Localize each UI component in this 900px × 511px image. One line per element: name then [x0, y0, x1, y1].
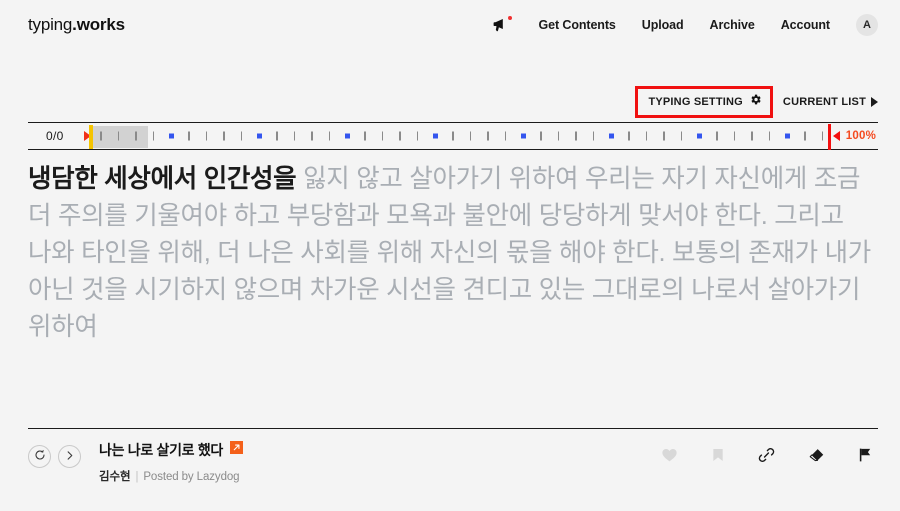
progress-marker	[345, 133, 351, 139]
brand-logo[interactable]: typing.works	[28, 15, 125, 35]
nav-item-account[interactable]: Account	[781, 18, 830, 32]
document-actions	[660, 446, 878, 464]
progress-tick	[680, 131, 683, 141]
document-title-row: 나는 나로 살기로 했다	[99, 440, 243, 460]
progress-tick	[804, 131, 806, 141]
progress-tick	[399, 131, 401, 141]
progress-tick	[733, 131, 736, 141]
progress-marker	[609, 133, 615, 139]
typing-controls: TYPING SETTING CURRENT LIST	[635, 86, 878, 118]
byline-separator: |	[135, 471, 139, 483]
end-marker-icon	[833, 131, 840, 141]
progress-tick	[663, 131, 665, 141]
flag-icon[interactable]	[857, 446, 874, 464]
document-author: 김수현	[99, 471, 131, 483]
restart-button[interactable]	[28, 445, 51, 468]
typing-setting-button[interactable]: TYPING SETTING	[635, 86, 773, 118]
progress-tick	[645, 131, 648, 141]
progress-marker	[433, 133, 439, 139]
document-footer: 나는 나로 살기로 했다 김수현 | Posted by Lazydog	[28, 440, 878, 484]
progress-tick	[311, 131, 313, 141]
external-link-icon[interactable]	[230, 441, 243, 454]
site-header: typing.works Get Contents Upload Archive…	[0, 0, 900, 50]
brand-logo-light: typing	[28, 15, 73, 34]
progress-tick	[716, 131, 718, 141]
nav-item-upload[interactable]: Upload	[642, 18, 684, 32]
progress-tick	[821, 131, 824, 141]
progress-tick	[416, 131, 419, 141]
progress-strip: 0/0 100%	[28, 123, 878, 150]
next-button[interactable]	[58, 445, 81, 468]
current-list-button[interactable]: CURRENT LIST	[783, 96, 878, 108]
progress-tick	[628, 131, 630, 141]
progress-tick	[364, 131, 366, 141]
brand-logo-bold: .works	[72, 15, 125, 34]
typing-setting-label: TYPING SETTING	[648, 96, 743, 108]
progress-tick	[188, 131, 190, 141]
progress-tick	[540, 131, 542, 141]
progress-tick	[205, 131, 208, 141]
progress-percent: 100%	[845, 130, 876, 142]
document-meta: 나는 나로 살기로 했다 김수현 | Posted by Lazydog	[99, 440, 243, 484]
progress-tick	[240, 131, 243, 141]
triangle-right-icon	[871, 97, 878, 107]
restart-icon	[34, 448, 46, 466]
progress-tick	[152, 131, 155, 141]
like-icon[interactable]	[660, 446, 679, 464]
typing-progress-bar[interactable]: 0/0 100%	[28, 122, 878, 150]
progress-tick	[575, 131, 577, 141]
gear-icon	[749, 93, 762, 111]
progress-tick	[293, 131, 296, 141]
progress-tick	[223, 131, 225, 141]
current-list-label: CURRENT LIST	[782, 96, 866, 108]
progress-tick	[557, 131, 560, 141]
progress-marker	[257, 133, 263, 139]
progress-tick	[117, 131, 120, 141]
notification-dot	[508, 16, 513, 20]
typed-text: 냉담한 세상에서 인간성을	[28, 165, 304, 193]
progress-marker	[521, 133, 527, 139]
bookmark-icon[interactable]	[710, 446, 726, 464]
document-byline: 김수현 | Posted by Lazydog	[99, 468, 243, 484]
avatar[interactable]: A	[856, 14, 878, 36]
progress-tick	[469, 131, 472, 141]
eraser-icon[interactable]	[807, 446, 826, 464]
progress-marker	[169, 133, 175, 139]
chevron-right-icon	[64, 448, 75, 466]
progress-tick	[504, 131, 507, 141]
end-marker-bar	[828, 124, 831, 150]
progress-tick	[487, 131, 489, 141]
progress-tick	[100, 131, 102, 141]
progress-marker	[697, 133, 703, 139]
link-icon[interactable]	[757, 446, 776, 464]
progress-tick	[751, 131, 753, 141]
megaphone-icon[interactable]	[492, 15, 513, 35]
progress-tick	[768, 131, 771, 141]
main-nav: Get Contents Upload Archive Account A	[492, 14, 878, 36]
progress-tick	[452, 131, 454, 141]
document-title[interactable]: 나는 나로 살기로 했다	[99, 440, 223, 460]
progress-tick	[328, 131, 331, 141]
progress-marker	[785, 133, 791, 139]
app-root: typing.works Get Contents Upload Archive…	[0, 0, 900, 511]
progress-tick	[592, 131, 595, 141]
nav-item-get-contents[interactable]: Get Contents	[538, 18, 615, 32]
progress-tick	[135, 131, 137, 141]
progress-count: 0/0	[46, 129, 64, 143]
typing-passage[interactable]: 냉담한 세상에서 인간성을 잃지 않고 살아가기 위하여 우리는 자기 자신에게…	[28, 161, 874, 346]
footer-divider	[28, 428, 878, 429]
nav-item-archive[interactable]: Archive	[710, 18, 755, 32]
document-posted-by: Posted by Lazydog	[143, 471, 240, 483]
progress-tick	[276, 131, 278, 141]
progress-tick	[381, 131, 384, 141]
